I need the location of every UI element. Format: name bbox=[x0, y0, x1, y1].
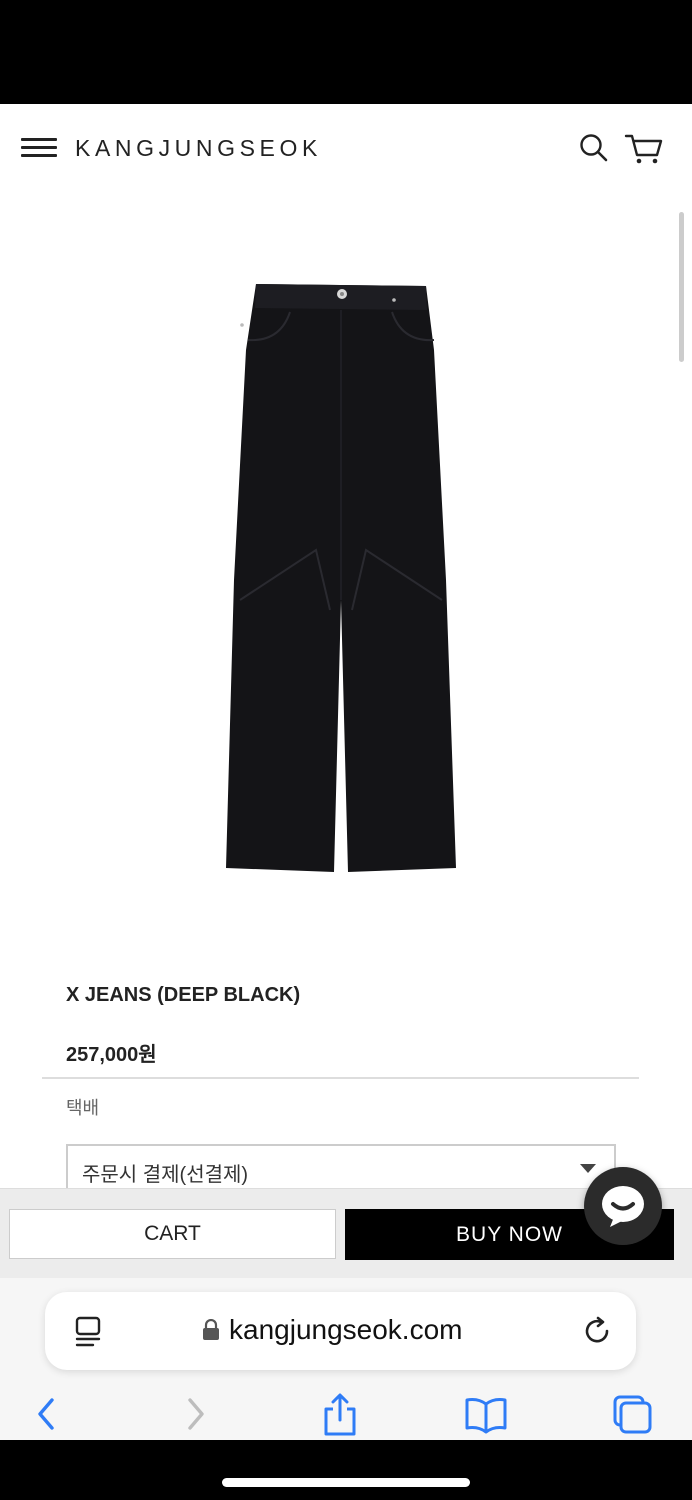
divider bbox=[42, 1077, 639, 1079]
page-scrollbar[interactable] bbox=[679, 212, 684, 362]
back-icon[interactable] bbox=[24, 1392, 72, 1436]
product-name: X JEANS (DEEP BLACK) bbox=[66, 984, 301, 1006]
lock-icon bbox=[202, 1318, 220, 1341]
share-icon[interactable] bbox=[316, 1392, 364, 1436]
add-to-cart-button[interactable]: CART bbox=[9, 1209, 336, 1259]
shipping-method-label: 택배 bbox=[66, 1098, 100, 1118]
reload-icon[interactable] bbox=[581, 1314, 615, 1348]
site-logo[interactable]: KANGJUNGSEOK bbox=[75, 135, 322, 162]
url-text: kangjungseok.com bbox=[229, 1314, 463, 1345]
reader-icon[interactable] bbox=[73, 1315, 105, 1349]
product-page: KANGJUNGSEOK X JEANS (DEEP BLACK) 257,00… bbox=[0, 104, 692, 1188]
address-bar[interactable]: kangjungseok.com bbox=[45, 1292, 636, 1370]
payment-select-value: 주문시 결제(선결제) bbox=[82, 1164, 249, 1186]
chat-icon[interactable] bbox=[584, 1167, 662, 1245]
product-price: 257,000원 bbox=[66, 1044, 157, 1066]
search-icon[interactable] bbox=[578, 132, 610, 164]
home-indicator[interactable] bbox=[222, 1478, 470, 1487]
product-image[interactable] bbox=[220, 280, 462, 880]
status-bar-area bbox=[0, 0, 692, 104]
site-header: KANGJUNGSEOK bbox=[0, 104, 692, 196]
home-indicator-area bbox=[0, 1440, 692, 1500]
hamburger-icon[interactable] bbox=[21, 138, 57, 160]
payment-select[interactable]: 주문시 결제(선결제) bbox=[66, 1144, 616, 1188]
tabs-icon[interactable] bbox=[608, 1392, 656, 1436]
bookmarks-icon[interactable] bbox=[462, 1392, 510, 1436]
browser-toolbar: kangjungseok.com bbox=[0, 1278, 692, 1440]
cart-icon[interactable] bbox=[624, 132, 664, 166]
forward-icon[interactable] bbox=[172, 1392, 220, 1436]
